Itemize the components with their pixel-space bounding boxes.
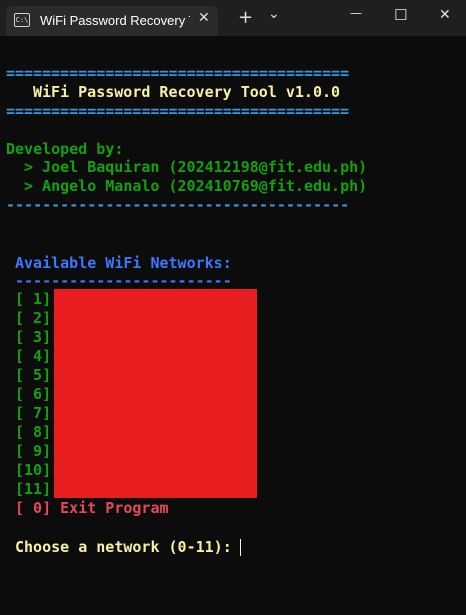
terminal-icon: C:\ bbox=[14, 13, 30, 27]
developed-by-label: Developed by: bbox=[6, 140, 124, 158]
exit-option: [ 0] Exit Program bbox=[15, 499, 169, 517]
minimize-button[interactable]: — bbox=[350, 6, 362, 20]
network-index: [ 7] bbox=[15, 404, 52, 422]
header-rule-top: ====================================== bbox=[6, 64, 350, 82]
network-index: [ 2] bbox=[15, 309, 52, 327]
network-index: [11] bbox=[15, 480, 52, 498]
network-index: [10] bbox=[15, 461, 52, 479]
network-index: [ 9] bbox=[15, 442, 52, 460]
network-index: [ 4] bbox=[15, 347, 52, 365]
network-index: [ 8] bbox=[15, 423, 52, 441]
network-index: [ 1] bbox=[15, 290, 52, 308]
network-index: [ 5] bbox=[15, 366, 52, 384]
network-index: [ 3] bbox=[15, 328, 52, 346]
terminal-tab[interactable]: C:\ WiFi Password Recovery T ✕ bbox=[6, 6, 218, 36]
developer-line: > Angelo Manalo (202410769@fit.edu.ph) bbox=[24, 177, 368, 195]
tab-dropdown-button[interactable]: ⌄ bbox=[268, 6, 280, 22]
networks-heading: Available WiFi Networks: bbox=[15, 254, 232, 272]
developer-line: > Joel Baquiran (202412198@fit.edu.ph) bbox=[24, 158, 368, 176]
close-window-button[interactable]: ✕ bbox=[439, 7, 451, 23]
app-title: WiFi Password Recovery Tool v1.0.0 bbox=[33, 83, 341, 101]
title-bar: C:\ WiFi Password Recovery T ✕ + ⌄ — ☐ ✕ bbox=[0, 0, 466, 36]
tab-title: WiFi Password Recovery T bbox=[40, 13, 190, 28]
close-tab-icon[interactable]: ✕ bbox=[198, 10, 210, 26]
credits-rule: -------------------------------------- bbox=[6, 196, 350, 214]
network-index: [ 6] bbox=[15, 385, 52, 403]
redacted-network-names bbox=[54, 289, 257, 498]
new-tab-button[interactable]: + bbox=[238, 7, 253, 28]
maximize-button[interactable]: ☐ bbox=[394, 6, 407, 24]
header-rule-bottom: ====================================== bbox=[6, 102, 350, 120]
network-prompt: Choose a network (0-11): bbox=[15, 538, 232, 556]
text-cursor[interactable] bbox=[240, 539, 241, 556]
